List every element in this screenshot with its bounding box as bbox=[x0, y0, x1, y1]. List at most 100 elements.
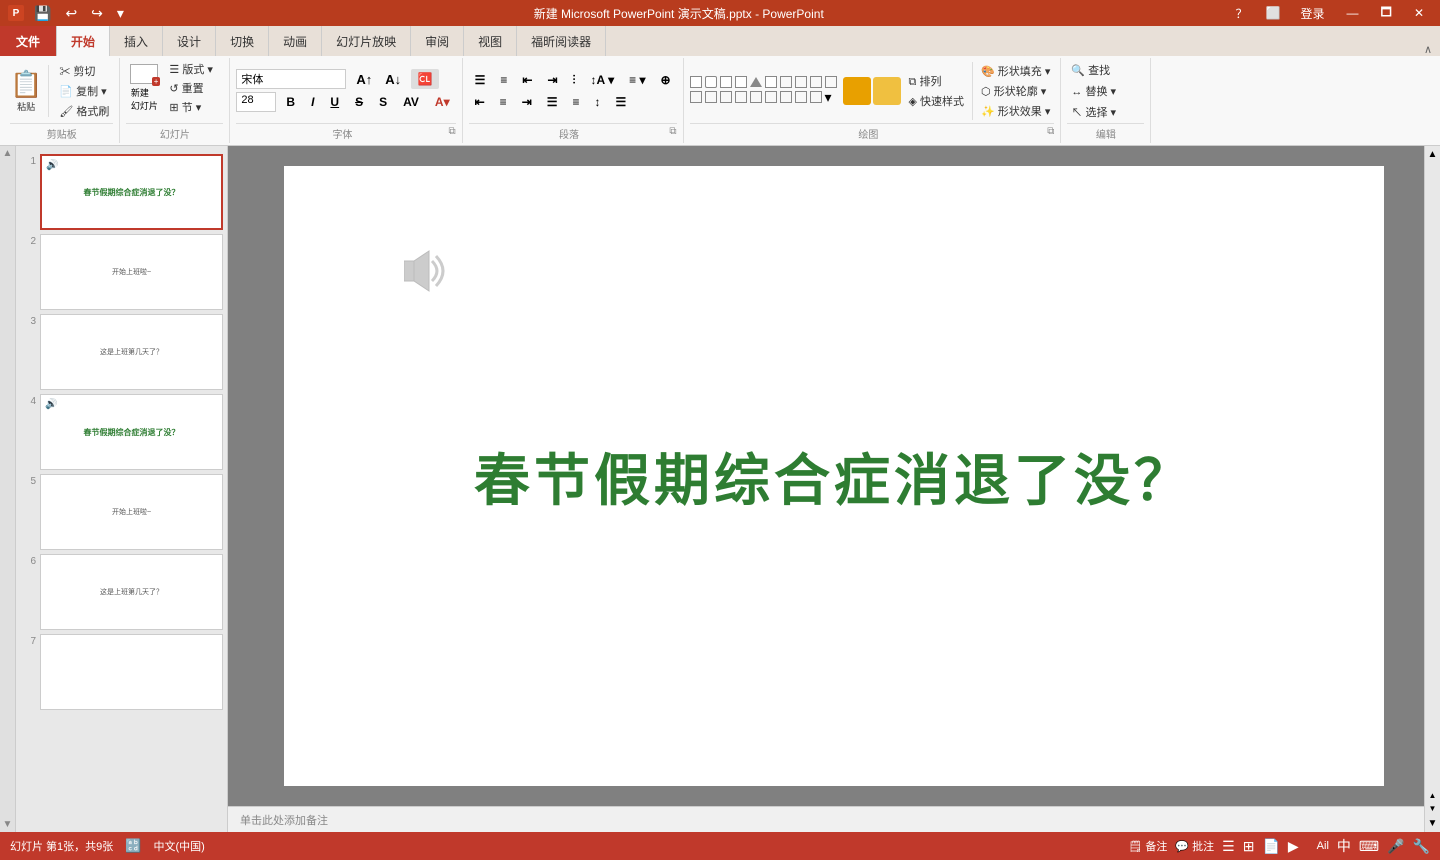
slide-thumb-5[interactable]: 开始上班啦~ bbox=[40, 474, 223, 550]
indent-left-btn[interactable]: ⇤ bbox=[516, 71, 538, 89]
slide-item-2[interactable]: 2 开始上班啦~ bbox=[20, 234, 223, 310]
smartart-btn[interactable]: ⊕ bbox=[654, 71, 676, 89]
shape-outline-btn[interactable]: ⬡ 形状轮廓 ▾ bbox=[977, 82, 1054, 100]
slide-sorter-btn[interactable]: ⊞ bbox=[1243, 838, 1255, 855]
shape-rect[interactable] bbox=[690, 76, 702, 88]
cut-btn[interactable]: ✂ 剪切 bbox=[55, 62, 113, 80]
text-direction-btn[interactable]: ↕A ▾ bbox=[585, 71, 621, 89]
undo-btn[interactable]: ↩ bbox=[61, 3, 81, 24]
tab-view[interactable]: 视图 bbox=[464, 26, 517, 56]
shape-curve[interactable] bbox=[720, 91, 732, 103]
align-center-btn[interactable]: ≡ bbox=[494, 93, 513, 111]
shape-more[interactable] bbox=[720, 76, 732, 88]
bold-btn[interactable]: B bbox=[280, 93, 301, 111]
slide-canvas[interactable]: 春节假期综合症消退了没？ bbox=[284, 166, 1384, 786]
mic-icon[interactable]: 🎤 bbox=[1387, 838, 1404, 855]
slide-item-3[interactable]: 3 这是上班第几天了？ bbox=[20, 314, 223, 390]
slide-thumb-1[interactable]: 🔊 春节假期综合症消退了没？ bbox=[40, 154, 223, 230]
tab-slideshow[interactable]: 幻灯片放映 bbox=[322, 26, 411, 56]
close-btn[interactable]: ✕ bbox=[1406, 4, 1432, 22]
slide-item-4[interactable]: 4 🔊 春节假期综合症消退了没？ bbox=[20, 394, 223, 470]
increase-font-btn[interactable]: A↑ bbox=[350, 70, 378, 89]
tab-insert[interactable]: 插入 bbox=[110, 26, 163, 56]
drawing-dialog-btn[interactable]: ⧉ bbox=[1047, 126, 1054, 137]
spell-check-icon[interactable]: 🔡 bbox=[125, 838, 141, 854]
slide-thumb-4[interactable]: 🔊 春节假期综合症消退了没？ bbox=[40, 394, 223, 470]
slide-item-7[interactable]: 7 bbox=[20, 634, 223, 710]
ribbon-collapse-btn[interactable]: ⬜ bbox=[1260, 4, 1287, 22]
slide-thumb-7[interactable] bbox=[40, 634, 223, 710]
reset-btn[interactable]: ↺ 重置 bbox=[165, 79, 217, 97]
align-right-btn[interactable]: ⇥ bbox=[516, 93, 538, 111]
shape-star[interactable] bbox=[795, 76, 807, 88]
quick-style-2[interactable] bbox=[873, 77, 901, 105]
slide-thumb-2[interactable]: 开始上班啦~ bbox=[40, 234, 223, 310]
indent-right-btn[interactable]: ⇥ bbox=[541, 71, 563, 89]
right-scroll-up[interactable]: ▲ bbox=[1425, 146, 1440, 163]
help-btn[interactable]: ？ bbox=[1230, 3, 1254, 24]
align-left-btn[interactable]: ⇤ bbox=[469, 93, 491, 111]
strikethrough-btn[interactable]: S bbox=[349, 93, 369, 111]
keyboard-icon[interactable]: ⌨ bbox=[1359, 838, 1379, 855]
slide-main-title[interactable]: 春节假期综合症消退了没？ bbox=[474, 436, 1194, 517]
normal-view-btn[interactable]: ☰ bbox=[1222, 838, 1235, 855]
para-more-btn[interactable]: ☰ bbox=[610, 93, 633, 111]
col-btn[interactable]: ⫶ bbox=[567, 71, 582, 90]
slide-thumb-3[interactable]: 这是上班第几天了？ bbox=[40, 314, 223, 390]
right-scroll-down[interactable]: ▼ bbox=[1425, 815, 1440, 832]
justify-btn[interactable]: ☰ bbox=[541, 93, 564, 111]
quick-style-1[interactable] bbox=[843, 77, 871, 105]
shape-oval[interactable] bbox=[735, 76, 747, 88]
shape-brace[interactable] bbox=[735, 91, 747, 103]
login-btn[interactable]: 登录 bbox=[1293, 3, 1333, 24]
language-indicator[interactable]: 中文(中国) bbox=[153, 838, 204, 854]
slide-item-5[interactable]: 5 开始上班啦~ bbox=[20, 474, 223, 550]
font-size-input[interactable]: 28 bbox=[236, 92, 276, 112]
shape-bracket[interactable] bbox=[750, 91, 762, 103]
char-spacing-btn[interactable]: AV bbox=[397, 93, 425, 111]
numbering-btn[interactable]: ≡ bbox=[494, 71, 513, 89]
shape-rounded-rect[interactable] bbox=[705, 76, 717, 88]
section-btn[interactable]: ⊞ 节 ▾ bbox=[165, 98, 217, 116]
arrange-btn[interactable]: ⧉ 排列 bbox=[905, 72, 969, 90]
para-dialog-btn[interactable]: ⧉ bbox=[669, 126, 676, 137]
italic-btn[interactable]: I bbox=[305, 93, 320, 111]
shape-line[interactable] bbox=[690, 91, 702, 103]
tab-foxit[interactable]: 福昕阅读器 bbox=[517, 26, 606, 56]
right-scroll-small-up[interactable]: ▲ bbox=[1427, 789, 1439, 802]
quick-styles-btn[interactable]: ◈ 快速样式 bbox=[905, 92, 969, 110]
align-more-btn[interactable]: ≡ bbox=[567, 93, 586, 111]
layout-btn[interactable]: ☰ 版式 ▾ bbox=[165, 60, 217, 78]
find-btn[interactable]: 🔍 查找 bbox=[1067, 61, 1144, 79]
shape-chevron[interactable] bbox=[765, 91, 777, 103]
shape-connector[interactable] bbox=[705, 91, 717, 103]
shape-octagon[interactable] bbox=[810, 91, 822, 103]
tab-file[interactable]: 文件 bbox=[0, 26, 57, 56]
font-dialog-btn[interactable]: ⧉ bbox=[448, 126, 455, 137]
maximize-btn[interactable]: 🗖 bbox=[1373, 1, 1400, 26]
customize-btn[interactable]: ▾ bbox=[113, 3, 128, 24]
paste-btn[interactable]: 📋 粘贴 bbox=[10, 65, 49, 117]
shape-freeform[interactable] bbox=[825, 76, 837, 88]
canvas-sound-icon[interactable] bbox=[404, 246, 454, 306]
reading-view-btn[interactable]: 📄 bbox=[1262, 838, 1279, 855]
tab-home[interactable]: 开始 bbox=[57, 26, 110, 56]
line-spacing-btn[interactable]: ↕ bbox=[589, 93, 607, 111]
clear-format-btn[interactable]: 🆑 bbox=[411, 69, 439, 89]
notes-bar[interactable]: 单击此处添加备注 bbox=[228, 806, 1440, 832]
scroll-up-btn[interactable]: ▲ bbox=[1, 146, 15, 161]
sogou-icon[interactable]: 中 bbox=[1337, 836, 1351, 856]
align-text-btn[interactable]: ≡ ▾ bbox=[623, 71, 651, 89]
save-quick-btn[interactable]: 💾 bbox=[30, 3, 55, 24]
shapes-more-btn[interactable]: ▾ bbox=[825, 89, 839, 106]
replace-btn[interactable]: ↔ 替换 ▾ bbox=[1067, 82, 1144, 100]
shape-pentagon[interactable] bbox=[780, 91, 792, 103]
font-color-btn[interactable]: A▾ bbox=[429, 93, 456, 111]
tab-transition[interactable]: 切换 bbox=[216, 26, 269, 56]
shape-fill-btn[interactable]: 🎨 形状填充 ▾ bbox=[977, 62, 1054, 80]
underline-btn[interactable]: U bbox=[324, 93, 345, 111]
slide-show-btn[interactable]: ▶ bbox=[1288, 838, 1299, 855]
format-painter-btn[interactable]: 🖌 格式刷 bbox=[55, 102, 113, 120]
shape-triangle[interactable] bbox=[750, 77, 762, 87]
tab-design[interactable]: 设计 bbox=[163, 26, 216, 56]
